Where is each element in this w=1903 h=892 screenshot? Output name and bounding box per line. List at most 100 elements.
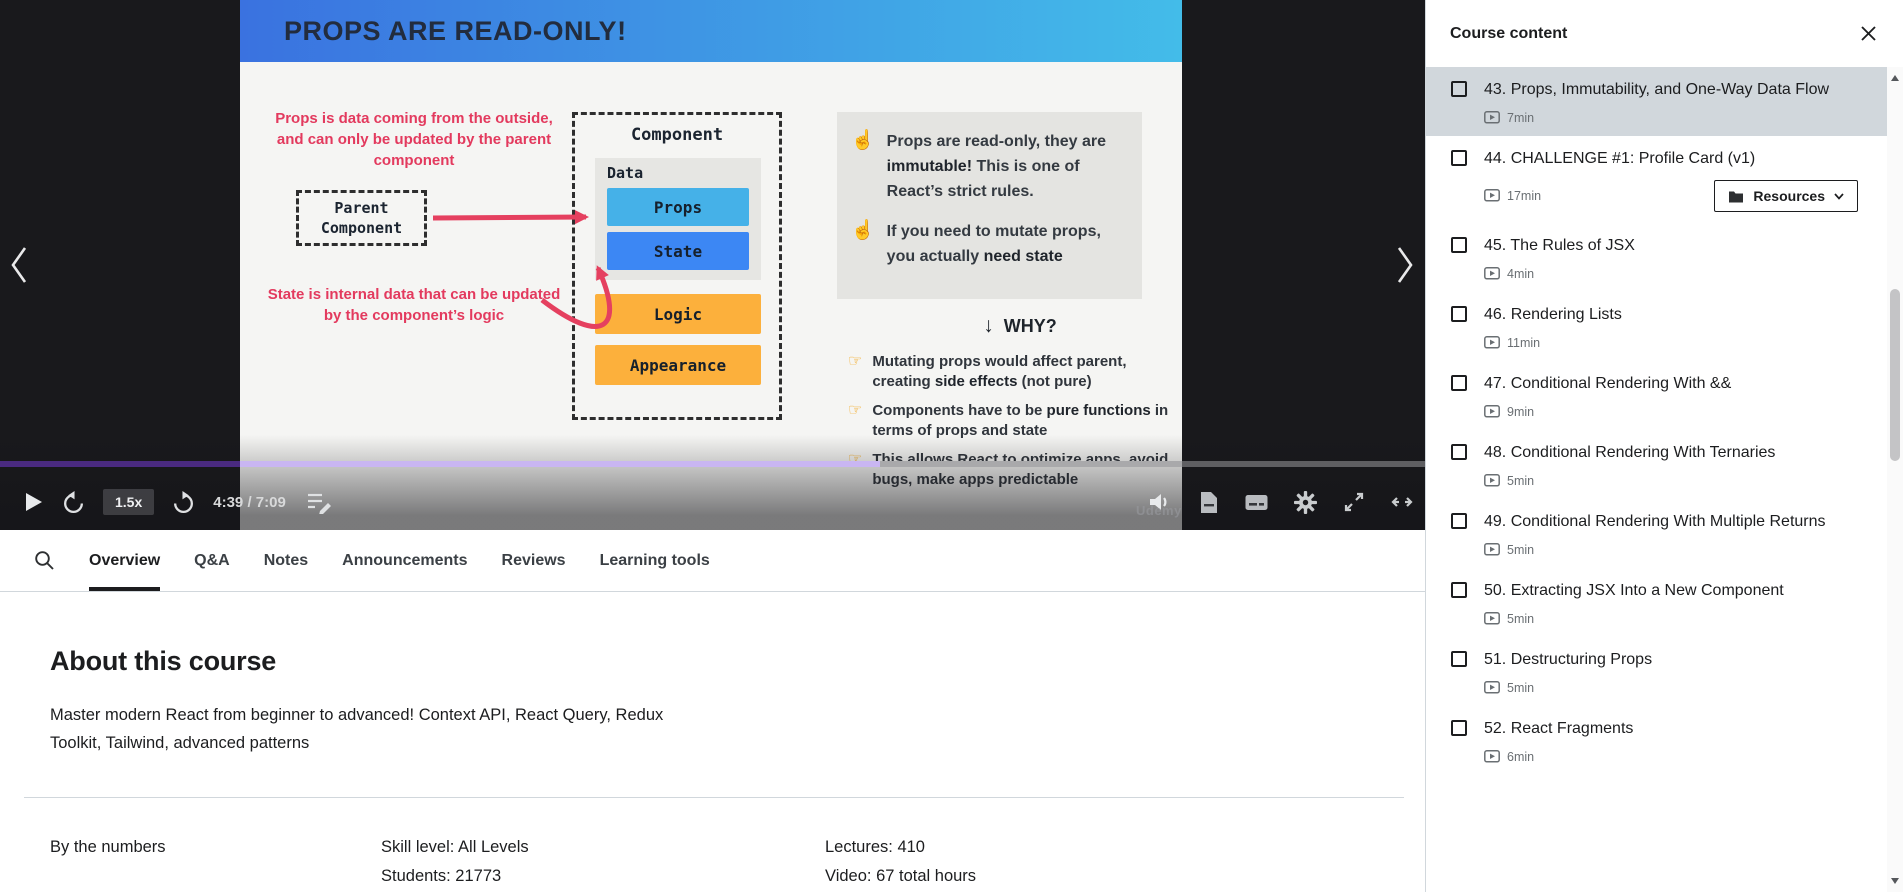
expanded-view-button[interactable]: [1391, 491, 1413, 513]
state-annotation: State is internal data that can be updat…: [264, 284, 564, 326]
video-play-icon: [1484, 750, 1500, 764]
sidebar-scrollbar[interactable]: [1887, 67, 1903, 892]
lectures-stat: Lectures: 410: [825, 833, 976, 862]
tab-learning-tools[interactable]: Learning tools: [600, 530, 710, 591]
lecture-item[interactable]: 48. Conditional Rendering With Ternaries…: [1426, 430, 1888, 499]
tab-announcements[interactable]: Announcements: [342, 530, 467, 591]
video-prev-button[interactable]: [6, 241, 32, 292]
progress-remaining-segment: [1182, 461, 1425, 467]
chevron-right-icon: [1392, 241, 1418, 289]
tab-q-a[interactable]: Q&A: [194, 530, 230, 591]
data-box: Data Props State: [595, 158, 761, 280]
video-play-icon: [1484, 405, 1500, 419]
playback-speed-button[interactable]: 1.5x: [103, 489, 154, 515]
video-play-icon: [1484, 111, 1500, 125]
progress-played-segment: [240, 461, 880, 467]
lecture-checkbox[interactable]: [1451, 237, 1467, 253]
lecture-checkbox[interactable]: [1451, 582, 1467, 598]
lecture-checkbox[interactable]: [1451, 150, 1467, 166]
lecture-item[interactable]: 50. Extracting JSX Into a New Component …: [1426, 568, 1888, 637]
students-stat: Students: 21773: [381, 862, 825, 891]
captions-icon: [1245, 492, 1268, 513]
folder-icon: [1728, 190, 1744, 203]
time-display: 4:39 / 7:09: [213, 494, 286, 511]
forward-button[interactable]: [171, 490, 196, 515]
lecture-duration-text: 5min: [1507, 474, 1534, 488]
search-icon: [34, 550, 55, 571]
lecture-item[interactable]: 45. The Rules of JSX 4min: [1426, 223, 1888, 292]
play-button[interactable]: [22, 491, 44, 513]
lecture-duration: 5min: [1484, 474, 1534, 488]
lecture-title: 50. Extracting JSX Into a New Component: [1484, 579, 1844, 603]
tab-overview[interactable]: Overview: [89, 530, 160, 591]
by-the-numbers: By the numbers Skill level: All Levels S…: [50, 833, 1425, 891]
pointing-up-icon: ☝: [851, 219, 875, 269]
forward-icon: [171, 490, 196, 515]
data-label: Data: [607, 164, 749, 182]
add-note-button[interactable]: [306, 490, 333, 514]
numbers-label: By the numbers: [50, 833, 381, 891]
course-content-panel: Course content 43. Props, Immutability, …: [1425, 0, 1903, 892]
tab-reviews[interactable]: Reviews: [502, 530, 566, 591]
course-content-header: Course content: [1426, 0, 1903, 67]
chevron-down-icon: [1834, 193, 1844, 200]
lecture-duration: 6min: [1484, 750, 1534, 764]
lecture-duration: 5min: [1484, 543, 1534, 557]
lecture-checkbox[interactable]: [1451, 306, 1467, 322]
lecture-item[interactable]: 43. Props, Immutability, and One-Way Dat…: [1426, 67, 1888, 136]
chevron-left-icon: [6, 241, 32, 289]
video-play-icon: [1484, 681, 1500, 695]
video-controls: 1.5x 4:39 / 7:09: [0, 474, 1425, 530]
video-next-button[interactable]: [1392, 241, 1418, 292]
lecture-checkbox[interactable]: [1451, 513, 1467, 529]
video-play-icon: [1484, 612, 1500, 626]
expand-horizontal-icon: [1391, 491, 1413, 513]
lecture-item[interactable]: 51. Destructuring Props 5min: [1426, 637, 1888, 706]
lecture-duration: 9min: [1484, 405, 1534, 419]
logic-box: Logic: [595, 294, 761, 334]
lecture-item[interactable]: 47. Conditional Rendering With && 9min: [1426, 361, 1888, 430]
bullet-point: ☞ Mutating props would affect parent, cr…: [848, 352, 1178, 392]
transcript-button[interactable]: [1199, 491, 1219, 514]
lecture-item[interactable]: 52. React Fragments 6min: [1426, 706, 1888, 775]
lecture-item[interactable]: 44. CHALLENGE #1: Profile Card (v1) 17mi…: [1426, 136, 1888, 223]
play-icon: [22, 491, 44, 513]
video-player: PROPS ARE READ-ONLY! Props is data comin…: [0, 0, 1425, 530]
rewind-icon: [61, 490, 86, 515]
fullscreen-icon: [1343, 491, 1365, 513]
resources-dropdown[interactable]: Resources: [1714, 180, 1858, 212]
pointing-right-icon: ☞: [848, 352, 862, 392]
captions-button[interactable]: [1245, 492, 1268, 513]
close-icon: [1860, 25, 1877, 42]
lecture-checkbox[interactable]: [1451, 444, 1467, 460]
progress-bar[interactable]: [0, 461, 1425, 467]
tab-notes[interactable]: Notes: [264, 530, 308, 591]
settings-button[interactable]: [1294, 491, 1317, 514]
resources-label: Resources: [1753, 188, 1825, 204]
transcript-icon: [1199, 491, 1219, 514]
lecture-checkbox[interactable]: [1451, 651, 1467, 667]
video-play-icon: [1484, 189, 1500, 203]
lecture-item[interactable]: 46. Rendering Lists 11min: [1426, 292, 1888, 361]
scrollbar-thumb[interactable]: [1890, 289, 1900, 461]
lecture-title: 43. Props, Immutability, and One-Way Dat…: [1484, 78, 1844, 102]
search-button[interactable]: [34, 530, 55, 591]
brand-watermark: Udemy: [1136, 503, 1182, 518]
scroll-down-arrow-icon[interactable]: [1891, 878, 1899, 884]
lecture-checkbox[interactable]: [1451, 375, 1467, 391]
close-sidebar-button[interactable]: [1858, 23, 1879, 44]
lecture-duration-text: 11min: [1507, 336, 1540, 350]
lecture-item[interactable]: 49. Conditional Rendering With Multiple …: [1426, 499, 1888, 568]
lecture-checkbox[interactable]: [1451, 720, 1467, 736]
lecture-duration: 17min: [1484, 189, 1541, 203]
lecture-duration-text: 4min: [1507, 267, 1534, 281]
lecture-duration-text: 7min: [1507, 111, 1534, 125]
fullscreen-button[interactable]: [1343, 491, 1365, 513]
course-content-list: 43. Props, Immutability, and One-Way Dat…: [1426, 67, 1888, 892]
lecture-duration-text: 6min: [1507, 750, 1534, 764]
gear-icon: [1294, 491, 1317, 514]
scroll-up-arrow-icon[interactable]: [1891, 75, 1899, 81]
component-box-title: Component: [575, 125, 779, 145]
lecture-checkbox[interactable]: [1451, 81, 1467, 97]
rewind-button[interactable]: [61, 490, 86, 515]
